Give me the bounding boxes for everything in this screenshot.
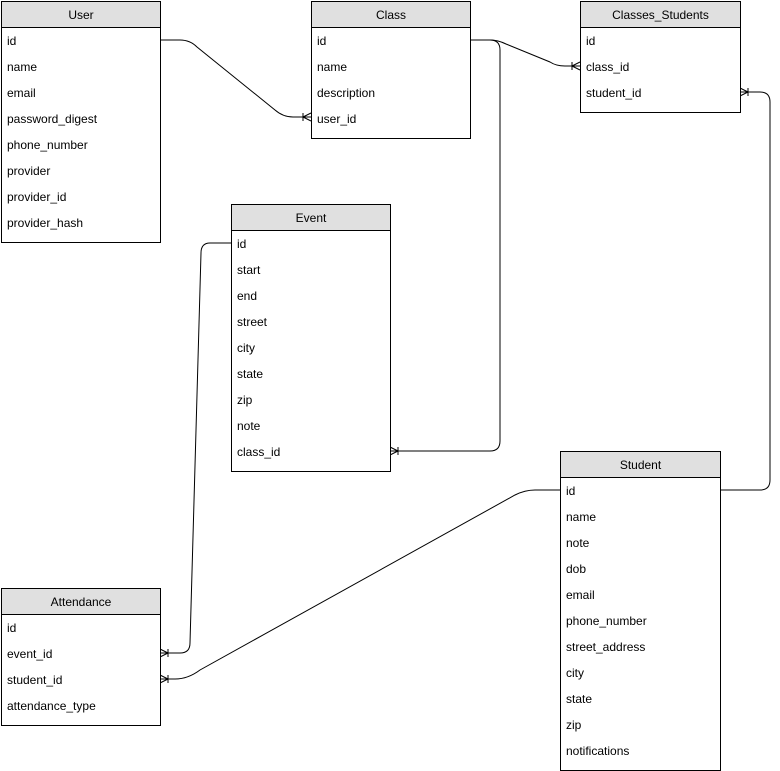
rel-event-attendance — [160, 242, 231, 654]
field-street[interactable]: street — [232, 309, 390, 335]
entity-title: Classes_Students — [581, 2, 740, 28]
crows-foot-many-marker — [159, 674, 169, 684]
field-phone-number[interactable]: phone_number — [2, 132, 160, 158]
rel-student-classes-students — [720, 91, 771, 491]
field-student-id[interactable]: student_id — [581, 80, 740, 106]
entity-title: Event — [232, 205, 390, 231]
field-dob[interactable]: dob — [561, 556, 720, 582]
entity-title: Student — [561, 452, 720, 478]
field-id[interactable]: id — [2, 615, 160, 641]
field-provider-hash[interactable]: provider_hash — [2, 210, 160, 236]
field-city[interactable]: city — [561, 660, 720, 686]
field-id[interactable]: id — [2, 28, 160, 54]
entity-classes_students[interactable]: Classes_Students id class_id student_id — [580, 1, 741, 113]
field-city[interactable]: city — [232, 335, 390, 361]
field-email[interactable]: email — [561, 582, 720, 608]
crows-foot-many-marker — [739, 87, 749, 97]
rel-class-classes-students — [470, 39, 580, 67]
field-description[interactable]: description — [312, 80, 470, 106]
field-user-id[interactable]: user_id — [312, 106, 470, 132]
field-name[interactable]: name — [2, 54, 160, 80]
field-id[interactable]: id — [581, 28, 740, 54]
field-notifications[interactable]: notifications — [561, 738, 720, 764]
field-attendance-type[interactable]: attendance_type — [2, 693, 160, 719]
crows-foot-many-marker — [302, 112, 312, 122]
crows-foot-many-marker — [389, 446, 399, 456]
field-street-address[interactable]: street_address — [561, 634, 720, 660]
field-name[interactable]: name — [561, 504, 720, 530]
field-password-digest[interactable]: password_digest — [2, 106, 160, 132]
field-id[interactable]: id — [312, 28, 470, 54]
field-email[interactable]: email — [2, 80, 160, 106]
crows-foot-many-marker — [159, 648, 169, 658]
field-name[interactable]: name — [312, 54, 470, 80]
entity-student[interactable]: Student id name note dob email phone_number str… — [560, 451, 721, 771]
entity-attendance[interactable]: Attendance id event_id student_id attendance… — [1, 588, 161, 726]
field-end[interactable]: end — [232, 283, 390, 309]
field-class-id[interactable]: class_id — [581, 54, 740, 80]
field-state[interactable]: state — [232, 361, 390, 387]
rel-student-attendance — [160, 489, 560, 680]
entity-title: Class — [312, 2, 470, 28]
field-event-id[interactable]: event_id — [2, 641, 160, 667]
entity-event[interactable]: Event id start end street city state zip note cla… — [231, 204, 391, 472]
entity-class[interactable]: Class id name description user_id — [311, 1, 471, 139]
entity-title: Attendance — [2, 589, 160, 615]
entity-title: User — [2, 2, 160, 28]
rel-user-class — [160, 39, 311, 118]
entity-user[interactable]: User id name email password_digest phone_numb… — [1, 1, 161, 243]
field-id[interactable]: id — [561, 478, 720, 504]
field-note[interactable]: note — [561, 530, 720, 556]
field-state[interactable]: state — [561, 686, 720, 712]
crows-foot-many-marker — [571, 61, 581, 71]
field-phone-number[interactable]: phone_number — [561, 608, 720, 634]
field-provider-id[interactable]: provider_id — [2, 184, 160, 210]
field-provider[interactable]: provider — [2, 158, 160, 184]
field-note[interactable]: note — [232, 413, 390, 439]
field-zip[interactable]: zip — [561, 712, 720, 738]
field-class-id[interactable]: class_id — [232, 439, 390, 465]
field-start[interactable]: start — [232, 257, 390, 283]
field-zip[interactable]: zip — [232, 387, 390, 413]
field-id[interactable]: id — [232, 231, 390, 257]
field-student-id[interactable]: student_id — [2, 667, 160, 693]
